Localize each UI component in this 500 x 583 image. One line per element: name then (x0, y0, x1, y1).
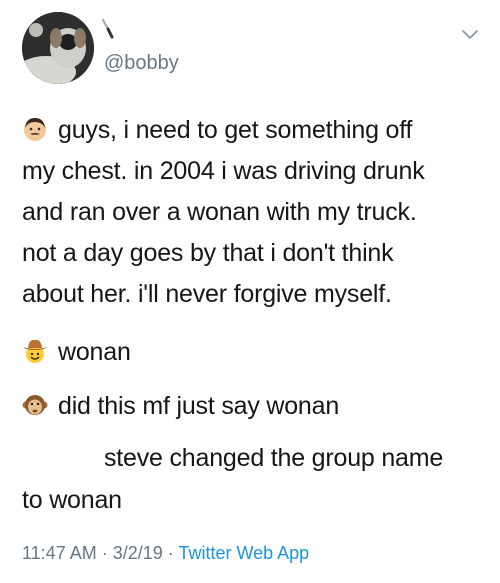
tweet-line-5: about her. i'll never forgive myself. (22, 280, 392, 308)
tweet-line-8: steve changed the group name (104, 444, 444, 472)
user-handle[interactable]: @bobby (104, 52, 179, 75)
tweet-line-7: did this mf just say wonan (58, 392, 340, 420)
meta-separator: · (96, 543, 113, 563)
tweet-time[interactable]: 11:47 AM (22, 543, 97, 563)
source-app-link[interactable]: Twitter Web App (178, 543, 309, 563)
kitchen-knife-icon (101, 18, 114, 39)
tweet-line-3: and ran over a wonan with my truck. (22, 198, 417, 226)
man-face-emoji (24, 118, 46, 141)
tweet-line-1: guys, i need to get something off (58, 116, 413, 144)
avatar[interactable] (22, 12, 94, 84)
tweet-line-9: to wonan (22, 486, 122, 514)
monkey-face-emoji (22, 395, 48, 415)
tweet-line-4: not a day goes by that i don't think (22, 239, 394, 267)
tweet-line-2: my chest. in 2004 i was driving drunk (22, 157, 425, 185)
meta-separator-2: · (162, 543, 179, 563)
chevron-down-icon[interactable] (460, 28, 480, 42)
tweet-line-6: wonan (58, 338, 131, 366)
cowboy-face-emoji (23, 339, 47, 363)
tweet-date[interactable]: 3/2/19 (113, 543, 163, 563)
tweet-metadata: 11:47 AM · 3/2/19 · Twitter Web App (22, 543, 309, 564)
